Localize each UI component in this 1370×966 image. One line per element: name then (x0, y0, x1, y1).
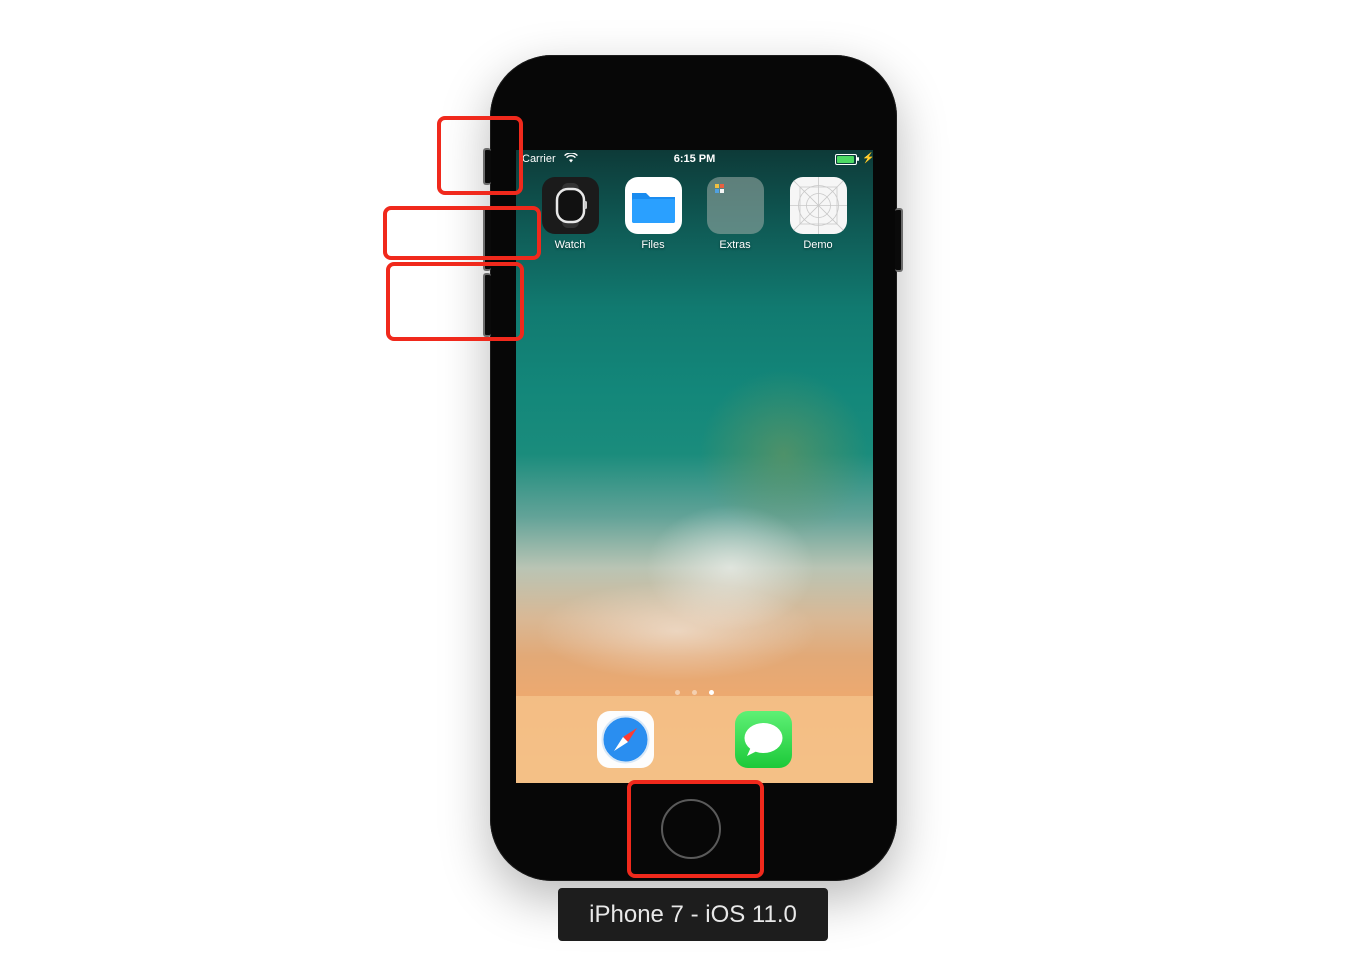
files-folder-icon (624, 177, 682, 234)
app-label: Demo (803, 239, 833, 251)
app-label: Files (641, 239, 665, 251)
page-dot-active (709, 690, 715, 695)
highlight-home-button (627, 780, 764, 878)
charging-icon: ⚡ (862, 153, 873, 164)
battery-icon (835, 154, 857, 165)
status-time: 6:15 PM (673, 153, 716, 165)
power-button[interactable] (895, 208, 903, 272)
highlight-volume-down (386, 262, 524, 341)
app-label: Extras (719, 239, 751, 251)
status-bar: Carrier 6:15 PM ⚡ (516, 150, 873, 170)
app-demo[interactable]: Demo (783, 177, 853, 251)
app-files[interactable]: Files (618, 177, 688, 251)
highlight-volume-up (383, 206, 541, 260)
device-label: iPhone 7 - iOS 11.0 (558, 888, 828, 941)
page-dot (674, 690, 680, 695)
app-extras[interactable]: Extras (700, 177, 770, 251)
dock (516, 696, 873, 783)
app-label: Watch (554, 239, 586, 251)
app-grid-icon (789, 177, 847, 234)
safari-icon[interactable] (597, 711, 654, 768)
app-watch[interactable]: Watch (535, 177, 605, 251)
folder-icon (706, 177, 764, 234)
messages-icon[interactable] (735, 711, 792, 768)
watch-icon (541, 177, 599, 234)
home-screen: Carrier 6:15 PM ⚡ Watch Files Extras Dem… (516, 150, 873, 783)
highlight-mute-switch (437, 116, 523, 195)
page-dot (692, 690, 697, 695)
